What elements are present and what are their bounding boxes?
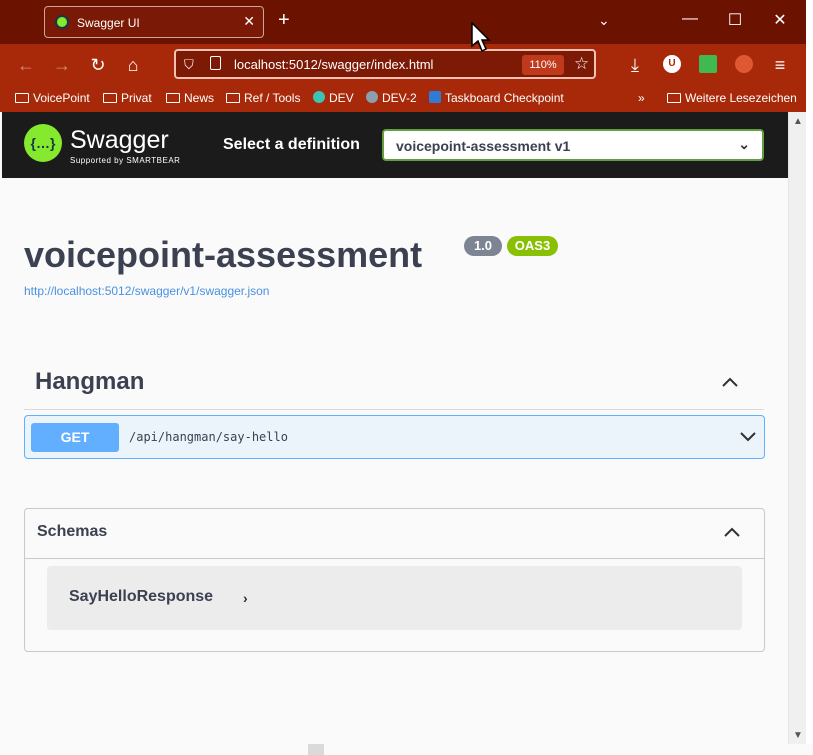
http-method-badge: GET [31, 423, 119, 452]
operation-get-say-hello[interactable]: GET /api/hangman/say-hello [24, 415, 765, 459]
chevron-down-icon: ⌄ [738, 136, 750, 152]
swagger-page: {…} Swagger Supported by SMARTBEAR Selec… [2, 112, 788, 755]
chevron-up-icon[interactable] [722, 522, 742, 542]
schemas-title: Schemas [37, 523, 108, 540]
bookmarks-overflow-button[interactable]: » [638, 91, 645, 105]
browser-titlebar: Swagger UI ✕ + ⌄ — ☐ ✕ [0, 0, 813, 44]
definition-label: Select a definition [223, 136, 360, 153]
bookmark-voicepoint[interactable]: VoicePoint [15, 91, 90, 105]
chevron-up-icon[interactable] [720, 372, 740, 392]
schemas-header[interactable]: Schemas [25, 509, 764, 559]
api-title: voicepoint-assessment [24, 234, 423, 275]
definition-select[interactable]: voicepoint-assessment v1 ⌄ [382, 129, 764, 161]
oas-badge: OAS3 [507, 236, 558, 256]
horizontal-scroll-thumb[interactable] [308, 744, 324, 755]
page-icon [210, 56, 221, 70]
chevron-right-icon[interactable]: › [243, 590, 248, 606]
window-edge [806, 0, 813, 755]
maximize-button[interactable]: ☐ [725, 10, 745, 30]
globe-icon [313, 91, 325, 103]
home-button[interactable]: ⌂ [122, 54, 144, 76]
bookmark-label: Taskboard Checkpoint [445, 91, 564, 105]
folder-icon [103, 93, 117, 103]
gear-icon [366, 91, 378, 103]
scroll-up-arrow-icon[interactable]: ▲ [793, 116, 803, 127]
chevron-down-icon[interactable] [738, 427, 758, 447]
bookmark-more[interactable]: Weitere Lesezeichen [667, 91, 797, 105]
mouse-cursor-icon [471, 22, 491, 53]
folder-icon [226, 93, 240, 103]
schemas-section: Schemas SayHelloResponse › [24, 508, 765, 652]
ublock-extension-icon[interactable]: U [663, 55, 681, 73]
operation-path: /api/hangman/say-hello [129, 430, 288, 444]
save-extension-icon[interactable] [699, 55, 717, 73]
url-input[interactable]: localhost:5012/swagger/index.html [234, 57, 433, 72]
browser-tab[interactable]: Swagger UI ✕ [44, 6, 264, 38]
bookmark-label: Privat [121, 91, 152, 105]
window-bottom-edge [0, 744, 813, 755]
forward-button[interactable]: → [51, 54, 73, 76]
bookmark-dev-2[interactable]: DEV-2 [366, 91, 417, 105]
swagger-logo-subtitle: Supported by SMARTBEAR [70, 156, 181, 165]
folder-icon [667, 93, 681, 103]
minimize-button[interactable]: — [680, 10, 700, 28]
azure-icon [429, 91, 441, 103]
bookmark-dev[interactable]: DEV [313, 91, 354, 105]
tab-list-chevron-icon[interactable]: ⌄ [598, 12, 610, 29]
bookmark-label: DEV-2 [382, 91, 417, 105]
bookmark-privat[interactable]: Privat [103, 91, 152, 105]
swagger-logo-icon[interactable]: {…} [24, 124, 62, 162]
swagger-logo-text: Swagger [70, 126, 169, 154]
spec-url-link[interactable]: http://localhost:5012/swagger/v1/swagger… [24, 284, 269, 298]
bookmark-label: News [184, 91, 215, 105]
bookmark-label: Ref / Tools [244, 91, 301, 105]
tab-close-icon[interactable]: ✕ [243, 13, 255, 30]
scroll-down-arrow-icon[interactable]: ▼ [793, 730, 803, 741]
address-bar[interactable]: ⛉ localhost:5012/swagger/index.html 110%… [174, 49, 596, 79]
shield-icon[interactable]: ⛉ [184, 57, 194, 73]
back-button[interactable]: ← [15, 54, 37, 76]
bookmark-news[interactable]: News [166, 91, 214, 105]
tag-name: Hangman [35, 368, 145, 395]
zoom-level[interactable]: 110% [522, 55, 564, 75]
swagger-topbar: {…} Swagger Supported by SMARTBEAR Selec… [2, 112, 788, 178]
menu-icon[interactable]: ≡ [769, 54, 791, 76]
bookmark-label: VoicePoint [33, 91, 90, 105]
close-window-button[interactable]: ✕ [770, 10, 790, 30]
download-icon[interactable]: ⤓ [624, 54, 646, 76]
vertical-scrollbar[interactable]: ▲ ▼ [788, 112, 806, 755]
tab-title: Swagger UI [77, 16, 140, 30]
browser-navbar: ← → ↻ ⌂ ⛉ localhost:5012/swagger/index.h… [0, 44, 813, 86]
bookmark-label: DEV [329, 91, 354, 105]
new-tab-button[interactable]: + [278, 10, 290, 30]
schema-item-sayhelloresponse[interactable]: SayHelloResponse › [47, 566, 742, 630]
folder-icon [166, 93, 180, 103]
definition-value: voicepoint-assessment v1 [396, 138, 571, 154]
version-badge: 1.0 [464, 236, 502, 256]
duckduckgo-extension-icon[interactable] [735, 55, 753, 73]
bookmark-star-icon[interactable]: ☆ [574, 54, 589, 74]
reload-button[interactable]: ↻ [87, 54, 109, 76]
folder-icon [15, 93, 29, 103]
schema-name: SayHelloResponse [69, 588, 214, 605]
bookmark-ref-tools[interactable]: Ref / Tools [226, 91, 300, 105]
bookmark-taskboard[interactable]: Taskboard Checkpoint [429, 91, 564, 105]
bookmark-label: Weitere Lesezeichen [685, 91, 797, 105]
swagger-favicon-icon [55, 15, 69, 29]
tag-section-hangman[interactable]: Hangman [24, 360, 764, 410]
bookmarks-bar: VoicePoint Privat News Ref / Tools DEV D… [0, 86, 813, 112]
